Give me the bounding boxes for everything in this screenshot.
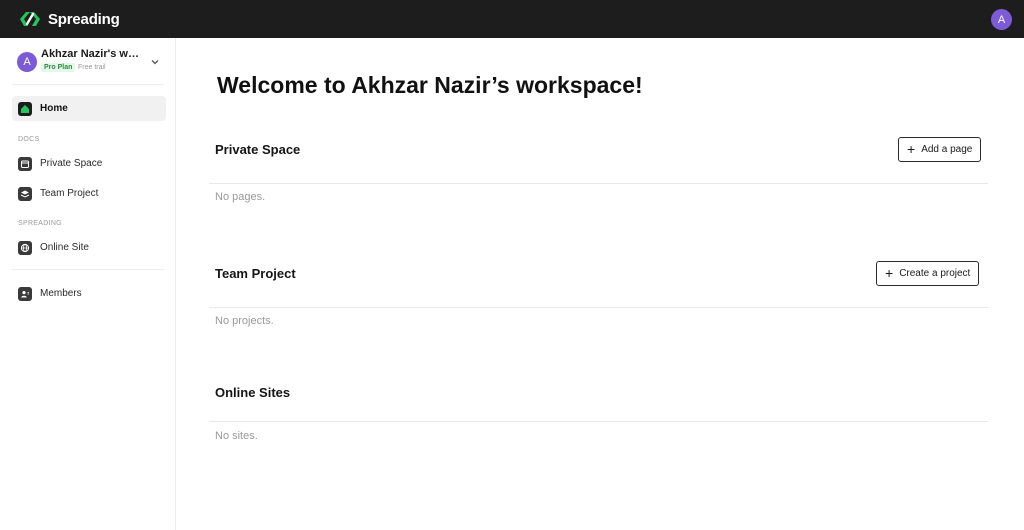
sidebar-item-label: Home: [40, 103, 68, 114]
sidebar-item-home[interactable]: Home: [12, 96, 166, 121]
plus-icon: +: [907, 141, 916, 157]
main-content: Welcome to Akhzar Nazir’s workspace! Pri…: [176, 38, 1024, 530]
plan-badge: Pro Plan: [41, 63, 76, 72]
sidebar-item-online-site[interactable]: Online Site: [12, 235, 166, 260]
sidebar-item-private-space[interactable]: Private Space: [12, 151, 166, 176]
sidebar-divider: [12, 84, 164, 85]
empty-state-sites: No sites.: [215, 430, 258, 442]
create-project-button[interactable]: + Create a project: [876, 261, 980, 286]
sidebar-item-team-project[interactable]: Team Project: [12, 181, 166, 206]
calendar-icon: [18, 156, 32, 171]
chevron-down-icon[interactable]: [150, 57, 160, 67]
sidebar: A Akhzar Nazir's work... Pro Plan Free t…: [0, 38, 176, 530]
workspace-switcher[interactable]: A Akhzar Nazir's work... Pro Plan Free t…: [17, 48, 167, 78]
page-title: Welcome to Akhzar Nazir’s workspace!: [217, 72, 643, 98]
sidebar-item-label: Online Site: [40, 242, 89, 253]
sidebar-item-label: Members: [40, 288, 82, 299]
top-bar: Spreading A: [0, 0, 1024, 38]
section-divider: [209, 307, 988, 308]
workspace-name: Akhzar Nazir's work...: [41, 48, 145, 60]
empty-state-projects: No projects.: [215, 315, 274, 327]
spreading-logo-icon: [20, 12, 40, 26]
globe-icon: [18, 240, 32, 255]
sidebar-item-members[interactable]: Members: [12, 281, 166, 306]
add-page-button-label: Add a page: [921, 144, 973, 155]
section-title-team-project: Team Project: [215, 266, 296, 281]
spreading-section-label: SPREADING: [18, 220, 62, 227]
section-divider: [209, 421, 988, 422]
members-icon: [18, 286, 32, 301]
app-logo[interactable]: Spreading: [18, 9, 120, 29]
workspace-avatar: A: [17, 52, 37, 72]
plus-icon: +: [885, 265, 894, 281]
sidebar-divider: [12, 269, 164, 270]
home-icon: [18, 101, 32, 116]
section-divider: [209, 183, 988, 184]
logo-text: Spreading: [48, 10, 120, 28]
create-project-button-label: Create a project: [899, 268, 971, 279]
empty-state-pages: No pages.: [215, 191, 266, 203]
add-page-button[interactable]: + Add a page: [898, 137, 982, 162]
sidebar-item-label: Private Space: [40, 158, 103, 169]
plan-note: Free trail: [78, 64, 106, 71]
layers-icon: [18, 186, 32, 201]
sidebar-item-label: Team Project: [40, 188, 99, 199]
docs-section-label: DOCS: [18, 136, 40, 143]
section-title-online-sites: Online Sites: [215, 385, 291, 400]
user-avatar[interactable]: A: [991, 9, 1012, 30]
section-title-private-space: Private Space: [215, 142, 301, 157]
